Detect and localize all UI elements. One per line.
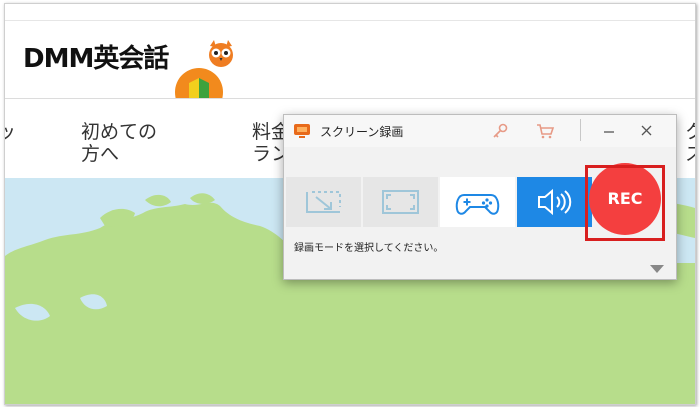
nav-label-line2: 方へ xyxy=(81,143,120,165)
cart-icon[interactable] xyxy=(534,121,556,141)
dmm-logo[interactable]: DMM英会話 xyxy=(23,44,169,74)
recorder-app-icon xyxy=(294,124,310,138)
nav-label-line1: ク xyxy=(685,121,695,143)
mode-region-button[interactable] xyxy=(286,177,361,227)
recorder-title: スクリーン録画 xyxy=(320,125,404,139)
nav-label-line1: 初めての xyxy=(81,121,158,143)
nav-item-partial-right[interactable]: ク ス xyxy=(685,121,695,165)
rec-highlight-box xyxy=(585,165,665,241)
status-message: 録画モードを選択してください。 xyxy=(294,243,444,254)
mode-audio-button[interactable] xyxy=(517,177,592,227)
site-top-bar xyxy=(5,4,695,21)
nav-label: ッ xyxy=(5,121,16,143)
fullscreen-capture-icon xyxy=(382,190,419,214)
speaker-icon xyxy=(538,188,572,216)
mode-fullscreen-button[interactable] xyxy=(363,177,438,227)
gamepad-icon xyxy=(455,194,500,215)
titlebar-separator xyxy=(580,119,581,141)
nav-item-first-time[interactable]: 初めての 方へ xyxy=(81,121,157,165)
minimize-icon[interactable] xyxy=(598,121,620,141)
nav-item-partial-left[interactable]: ッ xyxy=(5,121,16,143)
close-icon[interactable] xyxy=(636,121,658,141)
mode-game-button[interactable] xyxy=(440,177,515,227)
nav-label-line2: ス xyxy=(685,143,695,165)
key-icon[interactable] xyxy=(489,121,511,141)
expand-down-icon[interactable] xyxy=(650,265,664,273)
recorder-titlebar[interactable]: スクリーン録画 xyxy=(284,115,676,147)
region-capture-icon xyxy=(306,191,341,213)
